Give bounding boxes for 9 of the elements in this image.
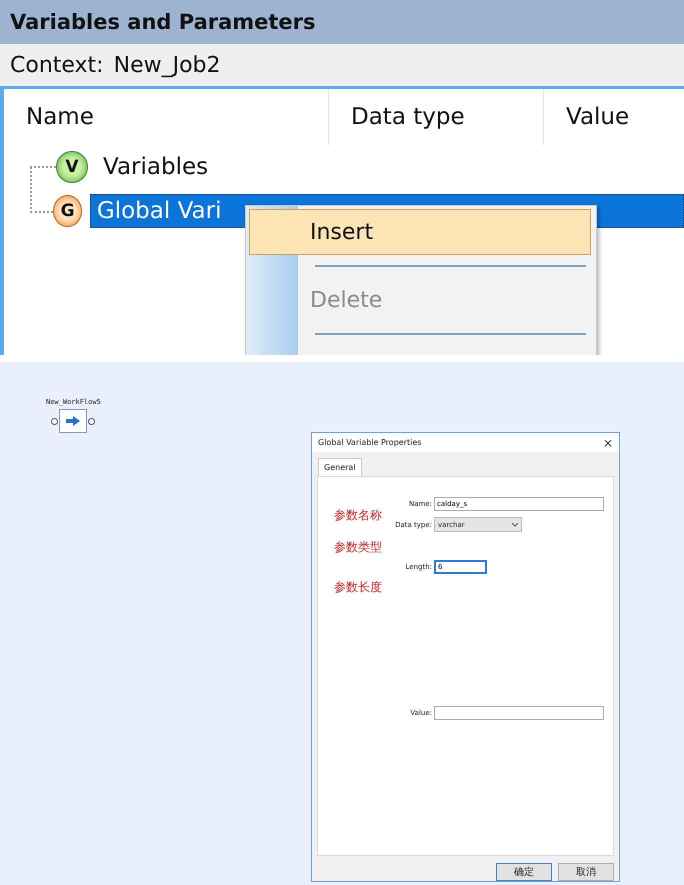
annotation: 参数名称 (334, 507, 382, 524)
variable-badge-icon: G (53, 195, 82, 227)
annotation: 参数类型 (334, 539, 382, 556)
annotation: 参数长度 (334, 579, 382, 596)
panel-title: Variables and Parameters (10, 10, 316, 34)
context-label: Context: (10, 52, 104, 78)
context-value: New_Job2 (114, 52, 221, 78)
variable-badge-icon: V (56, 151, 88, 183)
dialog-title: Global Variable Properties (318, 438, 422, 448)
